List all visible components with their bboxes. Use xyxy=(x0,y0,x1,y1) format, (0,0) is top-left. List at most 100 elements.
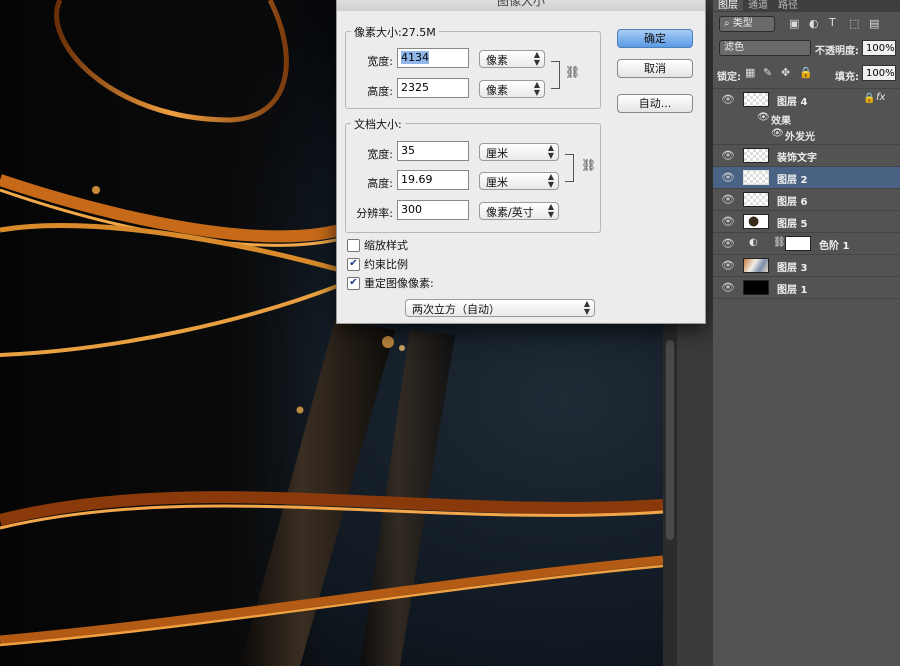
outer-glow-eye-icon[interactable]: 👁 xyxy=(771,128,784,139)
layer-name: 图层 5 xyxy=(777,219,808,230)
doc-width-field[interactable]: 35 xyxy=(397,141,469,161)
resample-method-select[interactable]: 两次立方（自动） ▲ ▼ xyxy=(405,299,595,317)
layer-row[interactable]: 👁 图层 3 xyxy=(713,254,900,276)
ok-button[interactable]: 确定 xyxy=(617,29,693,48)
layer-name: 色阶 1 xyxy=(819,241,850,252)
layer-thumbnail xyxy=(743,192,769,207)
doc-height-unit-select[interactable]: 厘米 ▲ ▼ xyxy=(479,172,559,190)
layer-thumbnail xyxy=(743,148,769,163)
pixel-height-field[interactable]: 2325 xyxy=(397,78,469,98)
pixel-height-unit-select[interactable]: 像素 ▲ ▼ xyxy=(479,80,545,98)
layer-mask-thumbnail xyxy=(785,236,811,251)
layer-row[interactable]: 👁 图层 4 🔒 fx xyxy=(713,88,900,110)
layer-filter-select[interactable]: ⌕ 类型 xyxy=(719,16,775,32)
checkbox-empty-icon xyxy=(347,238,360,252)
resample-checkbox[interactable]: ✔ 重定图像像素: xyxy=(347,275,434,291)
visibility-eye-icon[interactable]: 👁 xyxy=(721,93,735,106)
effects-label: 效果 xyxy=(771,116,791,127)
layer-name: 图层 2 xyxy=(777,175,808,186)
checkmark-icon: ✔ xyxy=(347,257,360,271)
resolution-unit-select[interactable]: 像素/英寸 ▲ ▼ xyxy=(479,202,559,220)
chain-link-icon: ⛓ xyxy=(565,65,581,79)
layer-name: 装饰文字 xyxy=(777,153,817,164)
visibility-eye-icon[interactable]: 👁 xyxy=(721,193,735,206)
image-size-dialog: 图像大小 像素大小:27.5M 宽度: 4134 像素 ▲ ▼ 高度: 2325 像… xyxy=(336,0,706,324)
search-icon: ⌕ xyxy=(724,18,733,29)
layer-thumbnail xyxy=(743,92,769,107)
lock-position-move-icon[interactable]: ✥ xyxy=(781,66,790,79)
text-filter-icon[interactable]: T xyxy=(829,16,836,29)
pixel-dimensions-title: 像素大小:27.5M xyxy=(351,24,439,40)
fx-effects-icon[interactable]: fx xyxy=(876,92,885,103)
layer-row[interactable]: 👁 装饰文字 xyxy=(713,144,900,166)
layer-thumbnail xyxy=(743,258,769,273)
layer-name: 图层 1 xyxy=(777,285,808,296)
visibility-eye-icon[interactable]: 👁 xyxy=(721,215,735,228)
height-label: 高度: xyxy=(367,85,393,98)
layer-row[interactable]: 👁 图层 6 xyxy=(713,188,900,210)
updown-arrows-icon: ▲ ▼ xyxy=(547,143,554,160)
pixel-width-field[interactable]: 4134 xyxy=(397,48,469,68)
document-size-title: 文档大小: xyxy=(351,116,405,132)
lock-transparency-icon[interactable]: ▦ xyxy=(745,66,755,79)
layer-name: 图层 3 xyxy=(777,263,808,274)
updown-arrows-icon: ▲ ▼ xyxy=(533,50,540,67)
updown-arrows-icon: ▲ ▼ xyxy=(533,80,540,97)
opacity-field[interactable]: 100% xyxy=(862,40,896,56)
tab-channels[interactable]: 通道 xyxy=(743,0,773,11)
visibility-eye-icon[interactable]: 👁 xyxy=(721,259,735,272)
levels-adjustment-icon: ◐ xyxy=(749,237,758,248)
visibility-eye-icon[interactable]: 👁 xyxy=(721,171,735,184)
lock-label: 锁定: xyxy=(717,72,741,83)
layer-row[interactable]: 👁 图层 5 xyxy=(713,210,900,232)
tab-layers[interactable]: 图层 xyxy=(713,0,743,11)
fill-label: 填充: xyxy=(835,72,859,83)
layers-end-divider xyxy=(713,298,900,299)
layer-row-selected[interactable]: 👁 图层 2 xyxy=(713,166,900,188)
outer-glow-row[interactable]: 👁 外发光 xyxy=(713,126,900,144)
doc-height-field[interactable]: 19.69 xyxy=(397,170,469,190)
panel-tabs: 图层 通道 路径 xyxy=(713,0,900,12)
resolution-label: 分辨率: xyxy=(356,207,393,220)
layer-thumbnail xyxy=(743,280,769,295)
layer-name: 图层 4 xyxy=(777,97,808,108)
blend-mode-select[interactable]: 滤色 xyxy=(719,40,811,56)
lock-icon: 🔒 xyxy=(863,93,876,104)
smart-object-filter-icon[interactable]: ▤ xyxy=(869,17,879,30)
tab-paths[interactable]: 路径 xyxy=(773,0,803,11)
lock-all-icon[interactable]: 🔒 xyxy=(799,66,813,79)
visibility-eye-icon[interactable]: 👁 xyxy=(721,149,735,162)
width-label: 宽度: xyxy=(367,55,393,68)
resolution-field[interactable]: 300 xyxy=(397,200,469,220)
pixel-width-unit-select[interactable]: 像素 ▲ ▼ xyxy=(479,50,545,68)
adjustment-layer-row[interactable]: 👁 ◐ ⛓ 色阶 1 xyxy=(713,232,900,254)
lock-pixels-brush-icon[interactable]: ✎ xyxy=(763,66,772,79)
auto-button[interactable]: 自动... xyxy=(617,94,693,113)
scale-styles-checkbox[interactable]: 缩放样式 xyxy=(347,237,408,253)
layer-thumbnail xyxy=(743,170,769,185)
layer-name: 图层 6 xyxy=(777,197,808,208)
visibility-eye-icon[interactable]: 👁 xyxy=(721,237,735,250)
adjustment-filter-icon[interactable]: ◐ xyxy=(809,17,819,30)
image-filter-icon[interactable]: ▣ xyxy=(789,17,799,30)
visibility-eye-icon[interactable]: 👁 xyxy=(721,281,735,294)
shape-filter-icon[interactable]: ⬚ xyxy=(849,17,859,30)
cancel-button[interactable]: 取消 xyxy=(617,59,693,78)
doc-width-unit-select[interactable]: 厘米 ▲ ▼ xyxy=(479,143,559,161)
updown-arrows-icon: ▲ ▼ xyxy=(547,202,554,219)
layer-row[interactable]: 👁 图层 1 xyxy=(713,276,900,298)
scrollbar-thumb[interactable] xyxy=(666,340,674,540)
outer-glow-label: 外发光 xyxy=(785,132,815,143)
effects-eye-icon[interactable]: 👁 xyxy=(757,112,770,123)
dialog-title: 图像大小 xyxy=(337,0,705,11)
constrain-proportions-checkbox[interactable]: ✔ 约束比例 xyxy=(347,256,408,272)
layers-panel: 图层 通道 路径 ⌕ 类型 ▣ ◐ T ⬚ ▤ 滤色 不透明度: 100% 锁定: … xyxy=(713,0,900,666)
doc-constrain-bracket xyxy=(565,154,574,182)
opacity-label: 不透明度: xyxy=(815,46,859,57)
updown-arrows-icon: ▲ ▼ xyxy=(583,299,590,316)
chain-link-icon: ⛓ xyxy=(581,158,597,172)
mask-link-icon: ⛓ xyxy=(773,237,786,248)
fill-field[interactable]: 100% xyxy=(862,65,896,81)
updown-arrows-icon: ▲ ▼ xyxy=(547,172,554,189)
doc-width-label: 宽度: xyxy=(367,148,393,161)
